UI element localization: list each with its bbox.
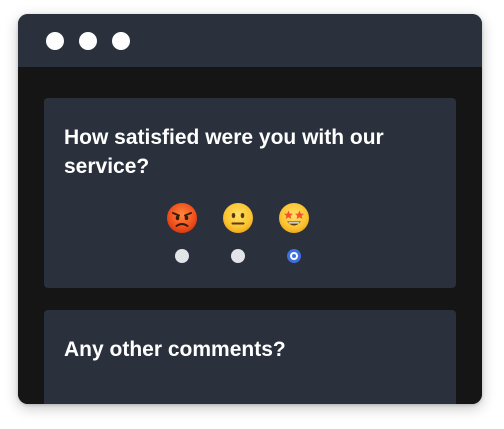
window-titlebar — [18, 14, 482, 67]
satisfaction-question-card: How satisfied were you with our service? — [44, 98, 456, 288]
rating-option-star-struck[interactable] — [274, 202, 314, 263]
rating-radio-star-struck[interactable] — [287, 249, 301, 263]
comments-input[interactable] — [62, 382, 418, 404]
window-control-dot-3[interactable] — [112, 32, 130, 50]
rating-radio-angry[interactable] — [175, 249, 189, 263]
window-control-dot-1[interactable] — [46, 32, 64, 50]
window-control-dot-2[interactable] — [79, 32, 97, 50]
neutral-face-icon — [223, 203, 253, 233]
comments-question-text: Any other comments? — [64, 338, 286, 361]
satisfaction-question-text: How satisfied were you with our service? — [64, 126, 384, 178]
rating-option-neutral[interactable] — [218, 202, 258, 263]
app-window: How satisfied were you with our service? — [18, 14, 482, 404]
rating-option-angry[interactable] — [162, 202, 202, 263]
angry-face-icon — [167, 203, 197, 233]
comments-question-card: Any other comments? — [44, 310, 456, 404]
survey-content: How satisfied were you with our service? — [18, 67, 482, 404]
rating-radio-neutral[interactable] — [231, 249, 245, 263]
satisfaction-rating-group — [162, 202, 342, 263]
star-struck-face-icon — [279, 203, 309, 233]
